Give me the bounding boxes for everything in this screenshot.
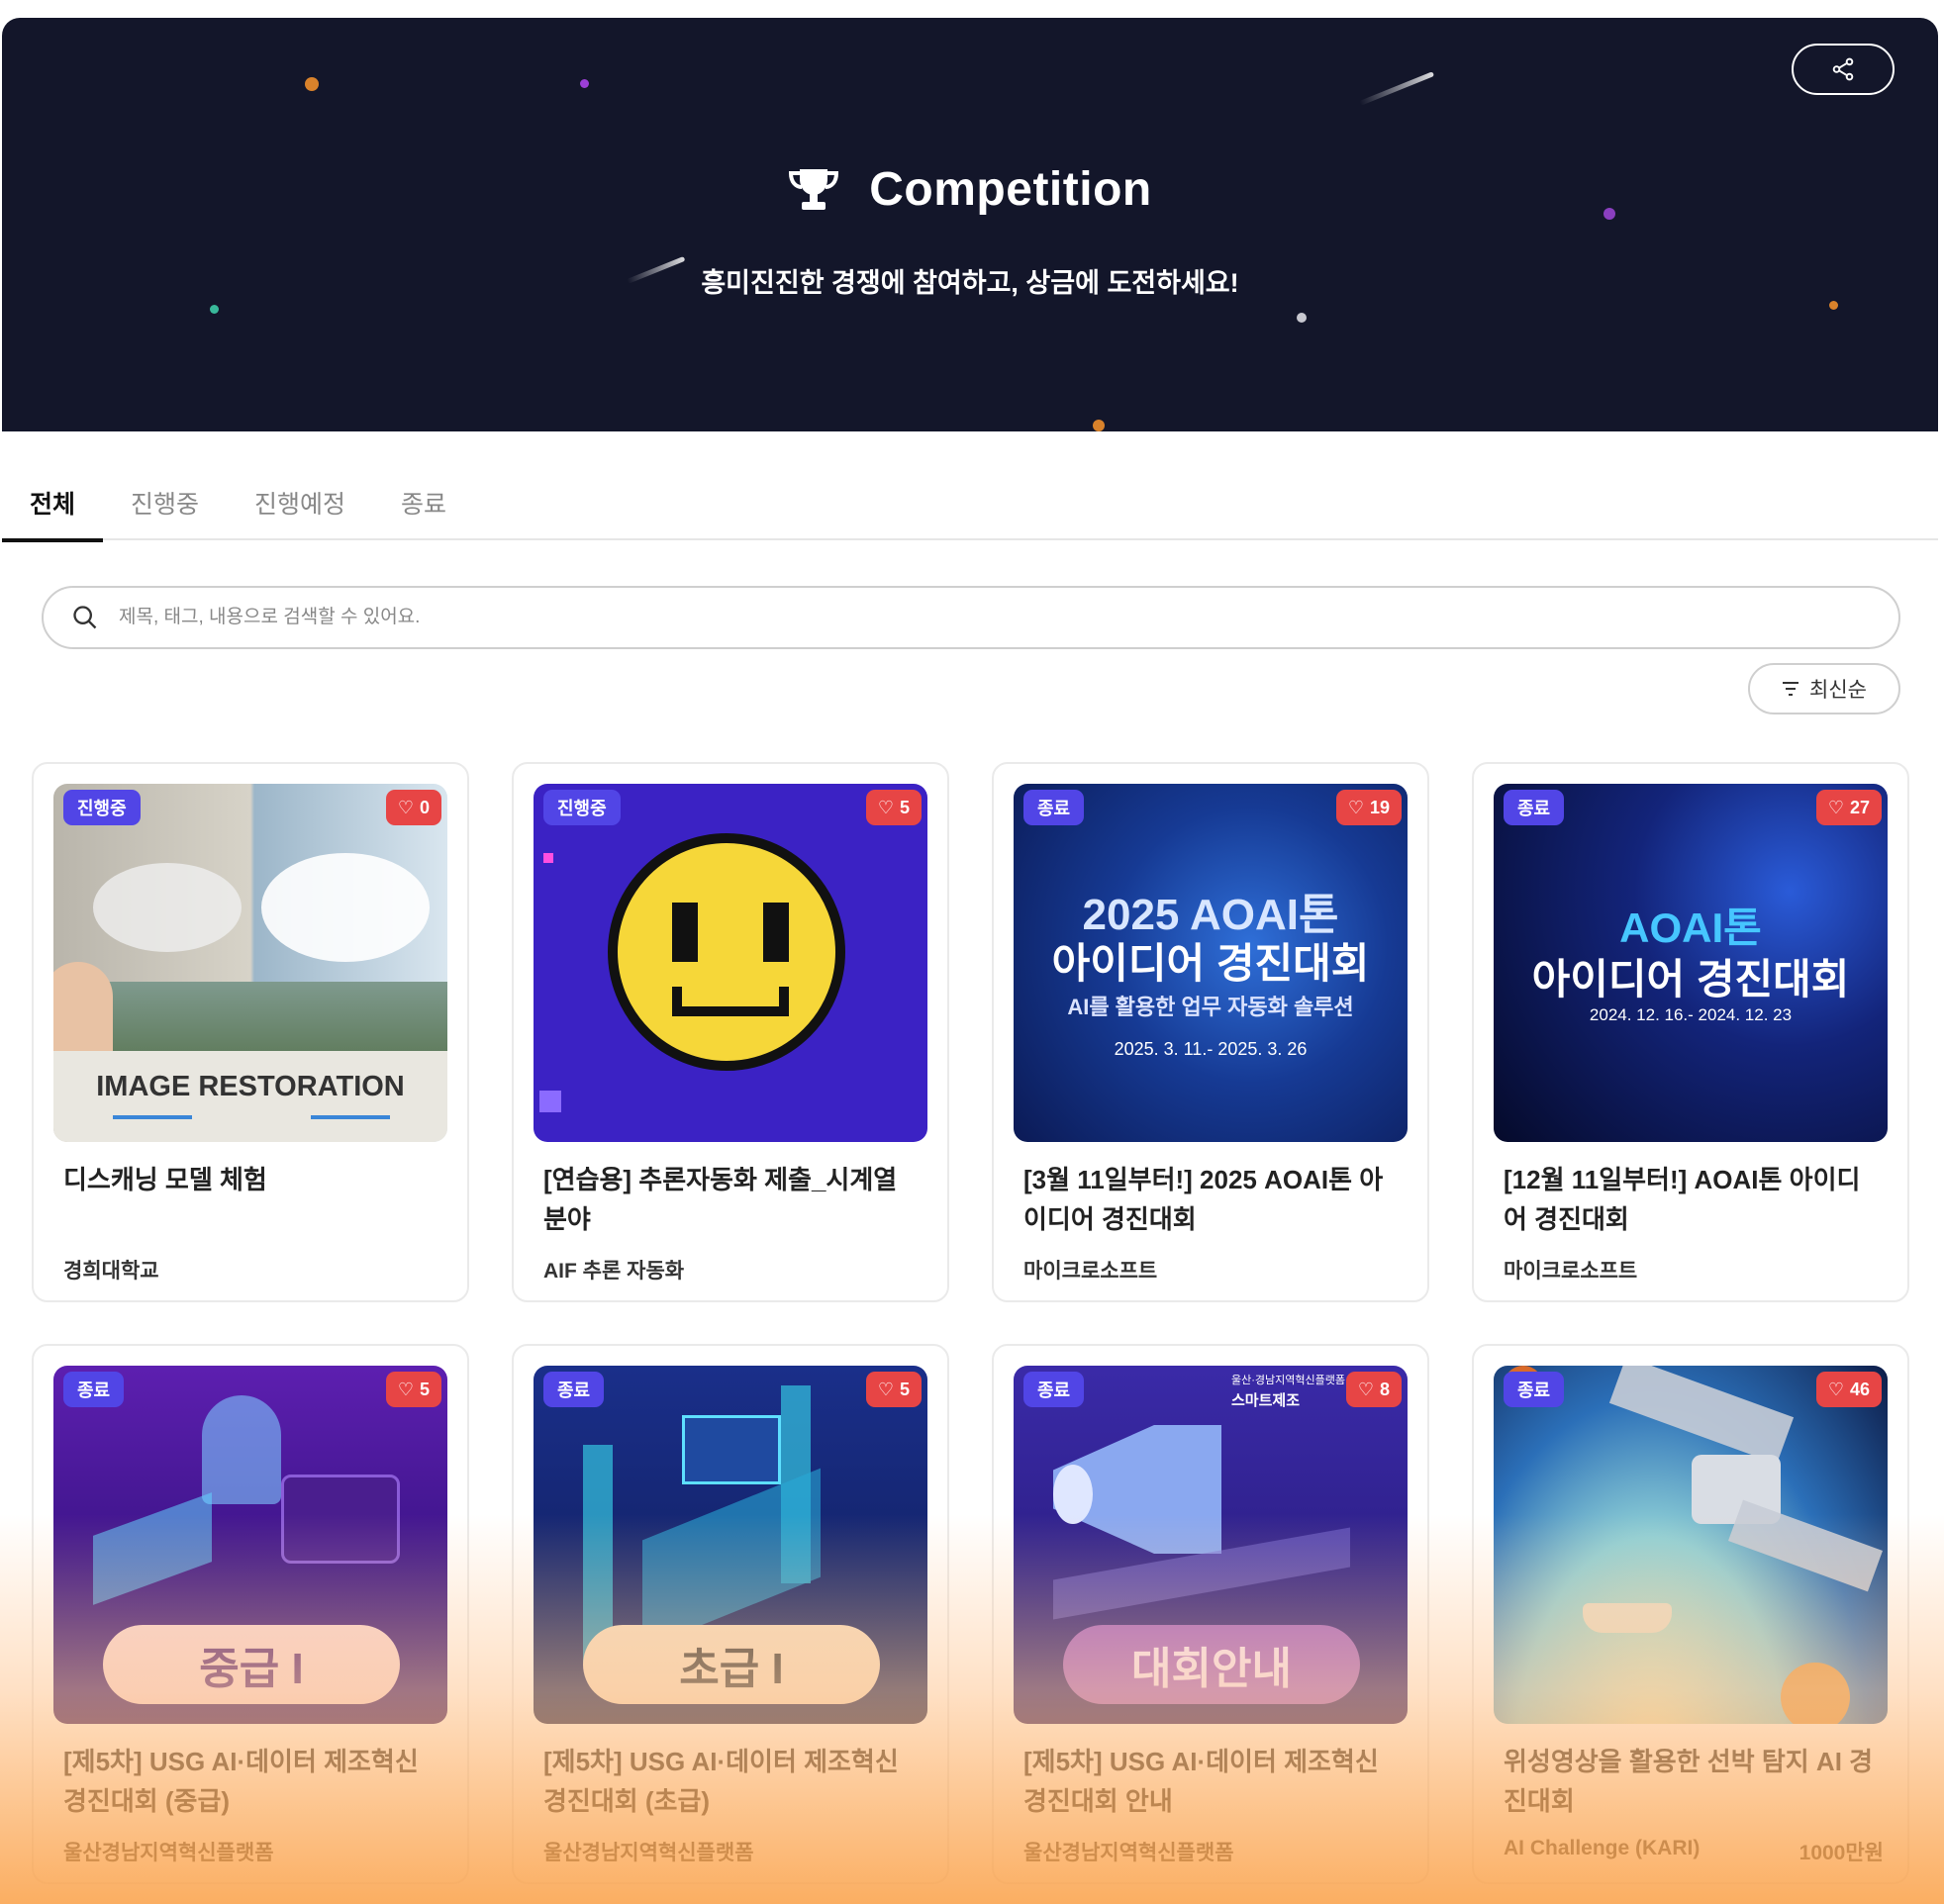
card-thumbnail: AOAI톤 아이디어 경진대회 2024. 12. 16.- 2024. 12.… — [1494, 784, 1888, 1142]
card-organizer: 울산경남지역혁신플랫폼 — [1023, 1842, 1234, 1864]
heart-icon: ♡ — [877, 1379, 894, 1399]
star-decoration — [210, 305, 219, 314]
heart-icon: ♡ — [1357, 1379, 1374, 1399]
competition-card[interactable]: 진행중 ♡ 5 [연습용] 추론자동화 제출_시계열 분야 AIF 추론 자동화 — [512, 762, 949, 1302]
search-input[interactable] — [119, 607, 1801, 628]
card-prize: 1000만원 — [1798, 1842, 1884, 1864]
card-title: [제5차] USG AI·데이터 제조혁신 경진대회 (초급) — [543, 1747, 899, 1816]
card-thumbnail — [534, 784, 927, 1142]
thumbnail-date: 2025. 3. 11.- 2025. 3. 26 — [1114, 1039, 1308, 1059]
status-badge: 종료 — [1504, 1372, 1565, 1407]
like-count: 0 — [419, 797, 430, 817]
competition-card[interactable]: AOAI톤 아이디어 경진대회 2024. 12. 16.- 2024. 12.… — [1472, 762, 1909, 1302]
like-badge[interactable]: ♡ 5 — [385, 1372, 441, 1407]
like-count: 5 — [899, 1379, 910, 1399]
card-thumbnail: 초급 I — [534, 1366, 927, 1724]
card-title: 위성영상을 활용한 선박 탐지 AI 경진대회 — [1504, 1747, 1874, 1816]
search-bar — [42, 586, 1900, 649]
status-badge: 종료 — [1023, 1372, 1085, 1407]
heart-icon: ♡ — [397, 1379, 414, 1399]
card-title: [제5차] USG AI·데이터 제조혁신 경진대회 (중급) — [63, 1747, 419, 1816]
status-tabs: 전체 진행중 진행예정 종료 — [2, 465, 1938, 542]
competition-card[interactable]: 종료 ♡ 46 위성영상을 활용한 선박 탐지 AI 경진대회 AI Chall… — [1472, 1344, 1909, 1884]
thumbnail-caption: IMAGE RESTORATION — [96, 1071, 405, 1102]
like-badge[interactable]: ♡ 0 — [385, 790, 441, 825]
sort-label: 최신순 — [1809, 679, 1867, 702]
card-title: [12월 11일부터!] AOAI톤 아이디어 경진대회 — [1504, 1165, 1861, 1234]
like-count: 27 — [1849, 797, 1870, 817]
competition-card[interactable]: 초급 I 종료 ♡ 5 [제5차] USG AI·데이터 제조혁신 경진대회 (… — [512, 1344, 949, 1884]
card-organizer: 마이크로소프트 — [1023, 1260, 1158, 1283]
heart-icon: ♡ — [1827, 797, 1844, 817]
like-badge[interactable]: ♡ 5 — [865, 790, 922, 825]
star-decoration — [1093, 420, 1105, 431]
card-title: [3월 11일부터!] 2025 AOAI톤 아이디어 경진대회 — [1023, 1165, 1384, 1234]
heart-icon: ♡ — [397, 797, 414, 817]
trophy-icon — [789, 168, 839, 210]
card-organizer: AIF 추론 자동화 — [543, 1260, 685, 1283]
share-button[interactable] — [1792, 44, 1895, 95]
card-thumbnail — [1494, 1366, 1888, 1724]
competition-card[interactable]: 중급 I 종료 ♡ 5 [제5차] USG AI·데이터 제조혁신 경진대회 (… — [32, 1344, 469, 1884]
card-thumbnail: 2025 AOAI톤 아이디어 경진대회 AI를 활용한 업무 자동화 솔루션 … — [1014, 784, 1408, 1142]
tab-ended[interactable]: 종료 — [373, 465, 474, 540]
competition-card[interactable]: IMAGE RESTORATION 진행중 ♡ 0 디스캐닝 모델 체험 경희대… — [32, 762, 469, 1302]
thumbnail-headline: 아이디어 경진대회 — [1531, 956, 1850, 1002]
card-organizer: AI Challenge (KARI) — [1504, 1837, 1701, 1859]
like-count: 5 — [899, 797, 910, 817]
level-pill: 중급 I — [103, 1625, 400, 1704]
hero-title: Competition — [869, 163, 1152, 216]
tab-upcoming[interactable]: 진행예정 — [227, 465, 373, 540]
star-decoration — [1829, 301, 1838, 310]
share-icon — [1832, 57, 1854, 81]
like-badge[interactable]: ♡ 8 — [1345, 1372, 1402, 1407]
heart-icon: ♡ — [1347, 797, 1364, 817]
card-organizer: 경희대학교 — [63, 1260, 159, 1283]
like-badge[interactable]: ♡ 46 — [1815, 1372, 1882, 1407]
thumbnail-subline: AI를 활용한 업무 자동화 솔루션 — [1067, 995, 1354, 1019]
like-badge[interactable]: ♡ 19 — [1335, 790, 1402, 825]
card-organizer: 울산경남지역혁신플랫폼 — [63, 1842, 274, 1864]
status-badge: 진행중 — [63, 790, 141, 825]
star-decoration — [580, 79, 589, 88]
like-badge[interactable]: ♡ 27 — [1815, 790, 1882, 825]
card-title: [연습용] 추론자동화 제출_시계열 분야 — [543, 1165, 898, 1234]
thumbnail-date: 2024. 12. 16.- 2024. 12. 23 — [1589, 1005, 1793, 1024]
star-decoration — [1297, 313, 1307, 323]
card-thumbnail: 중급 I — [53, 1366, 447, 1724]
like-count: 46 — [1849, 1379, 1870, 1399]
filter-icon — [1783, 682, 1799, 696]
info-pill: 대회안내 — [1063, 1625, 1360, 1704]
heart-icon: ♡ — [877, 797, 894, 817]
like-count: 8 — [1379, 1379, 1390, 1399]
like-badge[interactable]: ♡ 5 — [865, 1372, 922, 1407]
status-badge: 종료 — [1504, 790, 1565, 825]
sort-button[interactable]: 최신순 — [1748, 663, 1900, 714]
hero-banner: Competition 흥미진진한 경쟁에 참여하고, 상금에 도전하세요! — [2, 18, 1938, 431]
status-badge: 종료 — [1023, 790, 1085, 825]
thumbnail-headline: 아이디어 경진대회 — [1051, 940, 1370, 987]
level-pill: 초급 I — [583, 1625, 880, 1704]
tab-all[interactable]: 전체 — [2, 465, 104, 542]
like-count: 5 — [419, 1379, 430, 1399]
competition-card[interactable]: 2025 AOAI톤 아이디어 경진대회 AI를 활용한 업무 자동화 솔루션 … — [992, 762, 1429, 1302]
card-thumbnail: 울산·경남지역혁신플랫폼 스마트제조 대회안내 — [1014, 1366, 1408, 1724]
tab-ongoing[interactable]: 진행중 — [103, 465, 227, 540]
search-icon — [73, 606, 97, 629]
hero-subtitle: 흥미진진한 경쟁에 참여하고, 상금에 도전하세요! — [701, 268, 1239, 298]
card-organizer: 울산경남지역혁신플랫폼 — [543, 1842, 754, 1864]
card-title: [제5차] USG AI·데이터 제조혁신 경진대회 안내 — [1023, 1747, 1379, 1816]
competition-card[interactable]: 울산·경남지역혁신플랫폼 스마트제조 대회안내 종료 ♡ 8 [제5차] USG… — [992, 1344, 1429, 1884]
like-count: 19 — [1369, 797, 1390, 817]
status-badge: 종료 — [543, 1372, 605, 1407]
status-badge: 종료 — [63, 1372, 125, 1407]
card-organizer: 마이크로소프트 — [1504, 1260, 1638, 1283]
star-decoration — [305, 77, 319, 91]
status-badge: 진행중 — [543, 790, 621, 825]
meteor-decoration — [1359, 71, 1435, 106]
card-thumbnail: IMAGE RESTORATION — [53, 784, 447, 1142]
card-title: 디스캐닝 모델 체험 — [63, 1165, 267, 1194]
heart-icon: ♡ — [1827, 1379, 1844, 1399]
